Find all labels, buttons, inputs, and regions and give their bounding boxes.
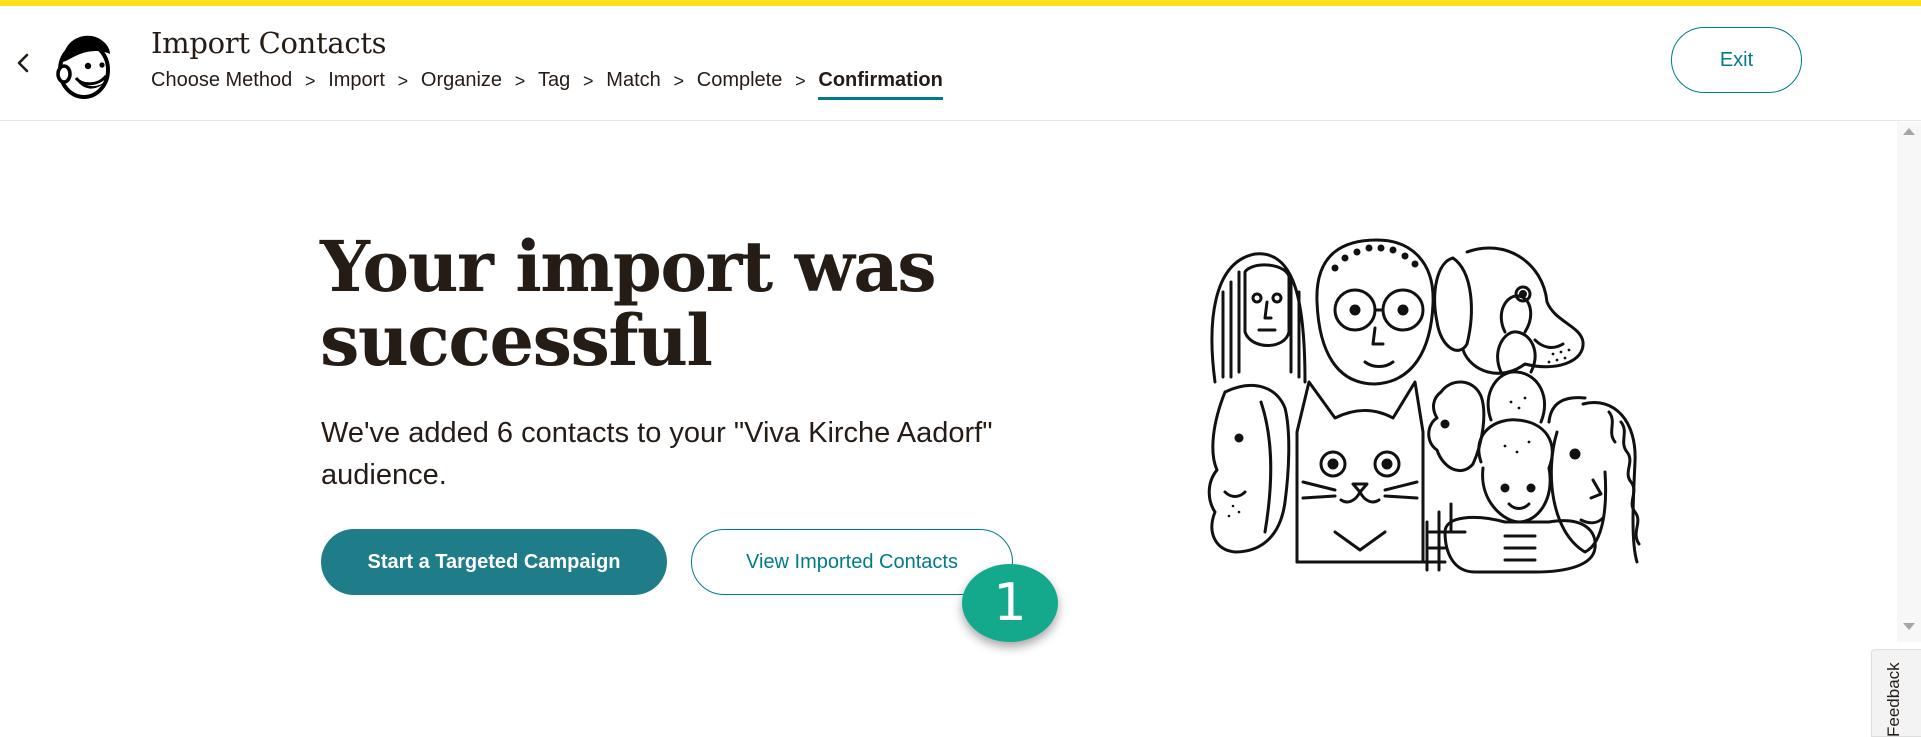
breadcrumb-match[interactable]: Match [606, 69, 660, 100]
vertical-scrollbar[interactable] [1897, 122, 1921, 642]
start-targeted-campaign-button[interactable]: Start a Targeted Campaign [321, 529, 667, 595]
mailchimp-logo[interactable] [52, 28, 116, 102]
triangle-up-icon[interactable] [1903, 128, 1915, 135]
breadcrumb-import[interactable]: Import [328, 69, 385, 100]
header: Import Contacts Choose Method > Import >… [0, 6, 1921, 121]
page-title: Import Contacts [151, 26, 387, 60]
breadcrumb-tag[interactable]: Tag [538, 69, 570, 100]
exit-button[interactable]: Exit [1671, 27, 1802, 93]
breadcrumb-organize[interactable]: Organize [421, 69, 502, 100]
chevron-right-icon: > [673, 71, 685, 91]
success-headline: Your import was successful [320, 225, 937, 382]
breadcrumb-complete[interactable]: Complete [697, 69, 783, 100]
step-marker-badge: 1 [962, 564, 1058, 642]
chevron-right-icon: > [583, 71, 594, 91]
triangle-down-icon[interactable] [1903, 623, 1915, 630]
chevron-left-icon [17, 53, 29, 73]
breadcrumb-confirmation[interactable]: Confirmation [818, 69, 943, 100]
import-summary-text: We've added 6 contacts to your "Viva Kir… [321, 417, 993, 491]
view-imported-contacts-button[interactable]: View Imported Contacts [691, 529, 1013, 595]
breadcrumb: Choose Method > Import > Organize > Tag … [151, 69, 943, 100]
chevron-right-icon: > [397, 71, 409, 91]
people-illustration [1207, 238, 1641, 574]
back-button[interactable] [12, 48, 34, 78]
breadcrumb-choose-method[interactable]: Choose Method [151, 69, 292, 100]
chevron-right-icon: > [304, 71, 316, 91]
feedback-label[interactable]: Feedback [1884, 662, 1904, 737]
chevron-right-icon: > [795, 71, 806, 91]
chevron-right-icon: > [514, 71, 526, 91]
freddie-icon [56, 35, 110, 99]
